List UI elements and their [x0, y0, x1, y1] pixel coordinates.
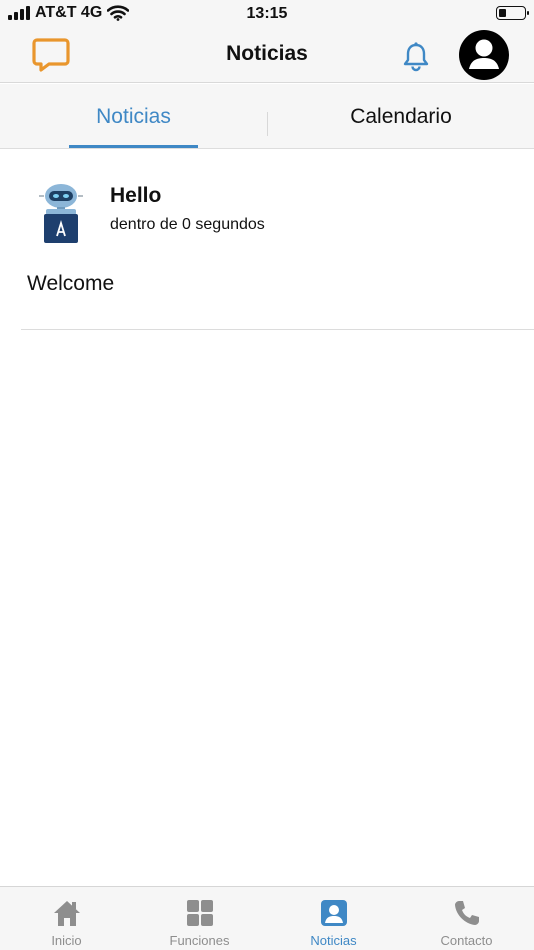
news-body: Welcome — [27, 272, 115, 295]
news-title: Hello — [110, 184, 162, 207]
tabbar-label-noticias: Noticias — [310, 933, 357, 948]
grid-icon — [186, 900, 213, 926]
bell-icon[interactable] — [400, 40, 432, 72]
tabbar-label-inicio: Inicio — [51, 933, 82, 948]
news-time: dentro de 0 segundos — [110, 216, 265, 233]
tabbar-item-inicio[interactable]: Inicio — [0, 887, 133, 950]
page-title: Noticias — [226, 42, 308, 65]
user-card-icon — [320, 900, 347, 926]
segment-tabs: Noticias Calendario — [0, 84, 534, 149]
home-icon — [53, 901, 80, 926]
phone-icon — [454, 901, 479, 925]
news-item[interactable]: Hello dentro de 0 segundos Welcome — [0, 149, 534, 330]
battery-icon — [496, 6, 529, 20]
news-divider — [21, 329, 534, 330]
user-circle-icon[interactable] — [459, 30, 509, 80]
tab-noticias[interactable]: Noticias — [0, 84, 267, 149]
tab-calendario[interactable]: Calendario — [268, 84, 534, 149]
tabbar-label-contacto: Contacto — [440, 933, 493, 948]
active-tab-indicator — [69, 145, 198, 148]
bottom-tab-bar: Inicio Funciones Noticias Contacto — [0, 886, 534, 950]
tabbar-item-contacto[interactable]: Contacto — [400, 887, 533, 950]
battery-level — [499, 9, 506, 17]
robot-avatar-icon — [39, 184, 83, 243]
tabbar-item-noticias[interactable]: Noticias — [267, 887, 400, 950]
tabbar-item-funciones[interactable]: Funciones — [133, 887, 266, 950]
tabbar-label-funciones: Funciones — [169, 933, 230, 948]
status-time: 13:15 — [246, 5, 288, 22]
app-header: Noticias — [0, 28, 534, 83]
status-bar: AT&T 4G 13:15 — [0, 0, 534, 28]
